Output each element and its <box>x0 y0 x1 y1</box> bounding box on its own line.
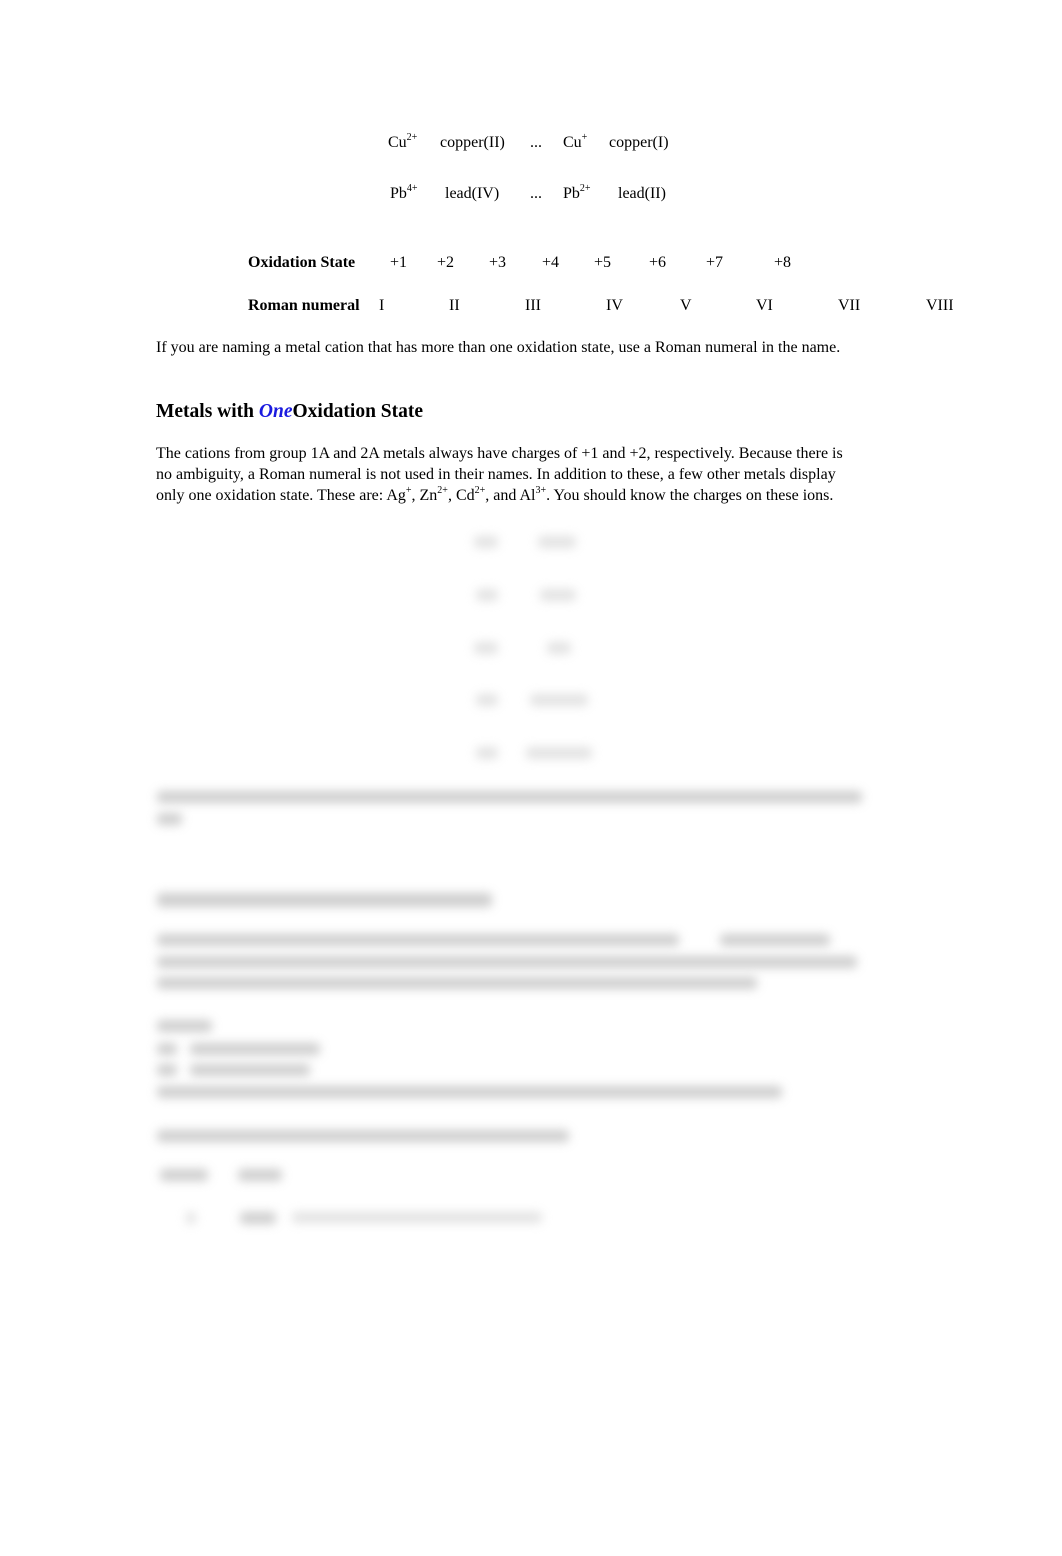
blurred-text-line <box>157 813 182 825</box>
ion-name: lead(IV) <box>445 185 500 202</box>
blurred-heading <box>157 893 492 907</box>
blurred-ion-name <box>530 694 588 706</box>
blurred-text-line <box>157 934 679 946</box>
roman-numeral-value: VIII <box>926 297 954 314</box>
blurred-table-header <box>160 1169 208 1181</box>
ellipsis: ... <box>530 185 542 202</box>
ion-name: copper(I) <box>609 134 669 151</box>
blurred-table-cell <box>186 1212 196 1224</box>
oxidation-state-value: +8 <box>774 254 792 271</box>
ion-symbol: Cu2+ <box>388 132 418 152</box>
blurred-text-line <box>720 934 830 946</box>
blurred-text-line <box>157 977 757 989</box>
blurred-table-header <box>238 1169 282 1181</box>
ellipsis: ... <box>530 134 542 151</box>
oxidation-state-value: +3 <box>489 254 507 271</box>
ion-symbol: Pb2+ <box>563 183 591 203</box>
section-heading-one-oxidation-state: Metals with OneOxidation State <box>156 401 423 423</box>
roman-numeral-value: IV <box>606 297 623 314</box>
roman-numeral-rule: If you are naming a metal cation that ha… <box>156 339 841 356</box>
blurred-text-line <box>157 1064 177 1076</box>
blurred-ion-name <box>526 747 592 759</box>
ion-symbol: Pb4+ <box>390 183 418 203</box>
blurred-table-cell <box>292 1212 542 1223</box>
blurred-text-line <box>157 791 862 803</box>
ion-al: Al3+ <box>519 485 547 505</box>
roman-numeral-value: V <box>680 297 692 314</box>
roman-numeral-value: III <box>525 297 541 314</box>
blurred-ion-name <box>540 589 576 601</box>
oxidation-state-value: +4 <box>542 254 560 271</box>
blurred-text-line <box>190 1043 320 1055</box>
ion-symbol: Cu+ <box>563 132 588 152</box>
heading-prefix: Metals with <box>156 401 259 422</box>
blurred-text-line <box>157 956 857 968</box>
blurred-ion-symbol <box>474 536 498 548</box>
blurred-ion-symbol <box>476 694 498 706</box>
oxidation-state-value: +5 <box>594 254 612 271</box>
blurred-ion-symbol <box>476 589 498 601</box>
oxidation-state-value: +2 <box>437 254 455 271</box>
blurred-text-line <box>190 1064 310 1076</box>
ion-cd: Cd2+ <box>455 485 486 505</box>
section-paragraph: The cations from group 1A and 2A metals … <box>156 443 843 506</box>
blurred-text-line <box>157 1043 177 1055</box>
heading-suffix: Oxidation State <box>292 401 424 422</box>
ion-ag: Ag+ <box>386 485 412 505</box>
ion-name: lead(II) <box>618 185 666 202</box>
roman-numeral-value: VI <box>756 297 773 314</box>
blurred-ion-symbol <box>474 642 498 654</box>
paragraph-line: The cations from group 1A and 2A metals … <box>156 445 843 462</box>
heading-accent: One <box>258 401 293 422</box>
ion-name: copper(II) <box>440 134 505 151</box>
paragraph-line: only one oxidation state. These are: Ag+… <box>156 485 834 505</box>
blurred-ion-name <box>538 536 576 548</box>
oxidation-state-value: +1 <box>390 254 408 271</box>
ion-example-row-copper: Cu2+ <box>388 132 418 152</box>
oxidation-state-value: +6 <box>649 254 667 271</box>
roman-numeral-value: I <box>379 297 385 314</box>
blurred-ion-name <box>547 642 571 654</box>
blurred-table-cell <box>240 1212 276 1224</box>
roman-numeral-value: VII <box>838 297 861 314</box>
blurred-text-line <box>157 1130 569 1142</box>
oxidation-state-value: +7 <box>706 254 724 271</box>
oxidation-state-label: Oxidation State <box>248 254 356 271</box>
blurred-ion-symbol <box>476 747 498 759</box>
blurred-text-line <box>157 1086 782 1098</box>
paragraph-line: no ambiguity, a Roman numeral is not use… <box>156 466 836 483</box>
roman-numeral-label: Roman numeral <box>248 297 360 314</box>
blurred-text-line <box>157 1020 212 1032</box>
ion-zn: Zn2+ <box>419 485 448 505</box>
roman-numeral-value: II <box>449 297 460 314</box>
